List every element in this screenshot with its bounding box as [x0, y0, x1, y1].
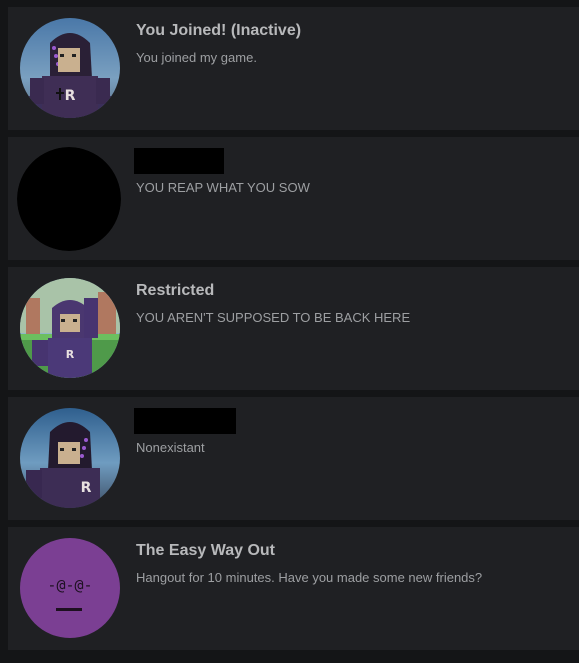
badge-description: You joined my game.: [136, 50, 257, 65]
badge-item-reap[interactable]: YOU REAP WHAT YOU SOW: [8, 137, 579, 260]
redacted-title-bar: [134, 148, 224, 174]
svg-text:R: R: [65, 88, 76, 104]
badge-list: R You Joined! (Inactive) You joined my g…: [0, 0, 579, 663]
purple-face-icon[interactable]: -@-@-: [20, 538, 120, 638]
badge-description: YOU AREN'T SUPPOSED TO BE BACK HERE: [136, 310, 411, 325]
badge-description: Hangout for 10 minutes. Have you made so…: [136, 570, 483, 585]
badge-description: YOU REAP WHAT YOU SOW: [136, 180, 310, 195]
badge-title[interactable]: Restricted: [136, 282, 214, 300]
badge-item-restricted[interactable]: R Restricted YOU AREN'T SUPPOSED TO BE B…: [8, 267, 579, 390]
badge-description: Nonexistant: [136, 440, 205, 455]
badge-title[interactable]: The Easy Way Out: [136, 542, 275, 560]
black-circle-icon[interactable]: [17, 147, 121, 251]
badge-item-you-joined[interactable]: R You Joined! (Inactive) You joined my g…: [8, 7, 579, 130]
face-mouth: [56, 608, 82, 611]
svg-text:R: R: [66, 348, 75, 361]
avatar-purple-hood-icon[interactable]: R: [20, 18, 120, 118]
badge-item-easy-way-out[interactable]: -@-@- The Easy Way Out Hangout for 10 mi…: [8, 527, 579, 650]
avatar-sky-icon[interactable]: R: [20, 408, 120, 508]
avatar-field-icon[interactable]: R: [20, 278, 120, 378]
face-eyes-text: -@-@-: [47, 576, 93, 594]
svg-text:R: R: [81, 480, 92, 496]
badge-item-nonexistant[interactable]: R Nonexistant: [8, 397, 579, 520]
badge-title[interactable]: You Joined! (Inactive): [136, 22, 301, 40]
redacted-title-bar: [134, 408, 236, 434]
